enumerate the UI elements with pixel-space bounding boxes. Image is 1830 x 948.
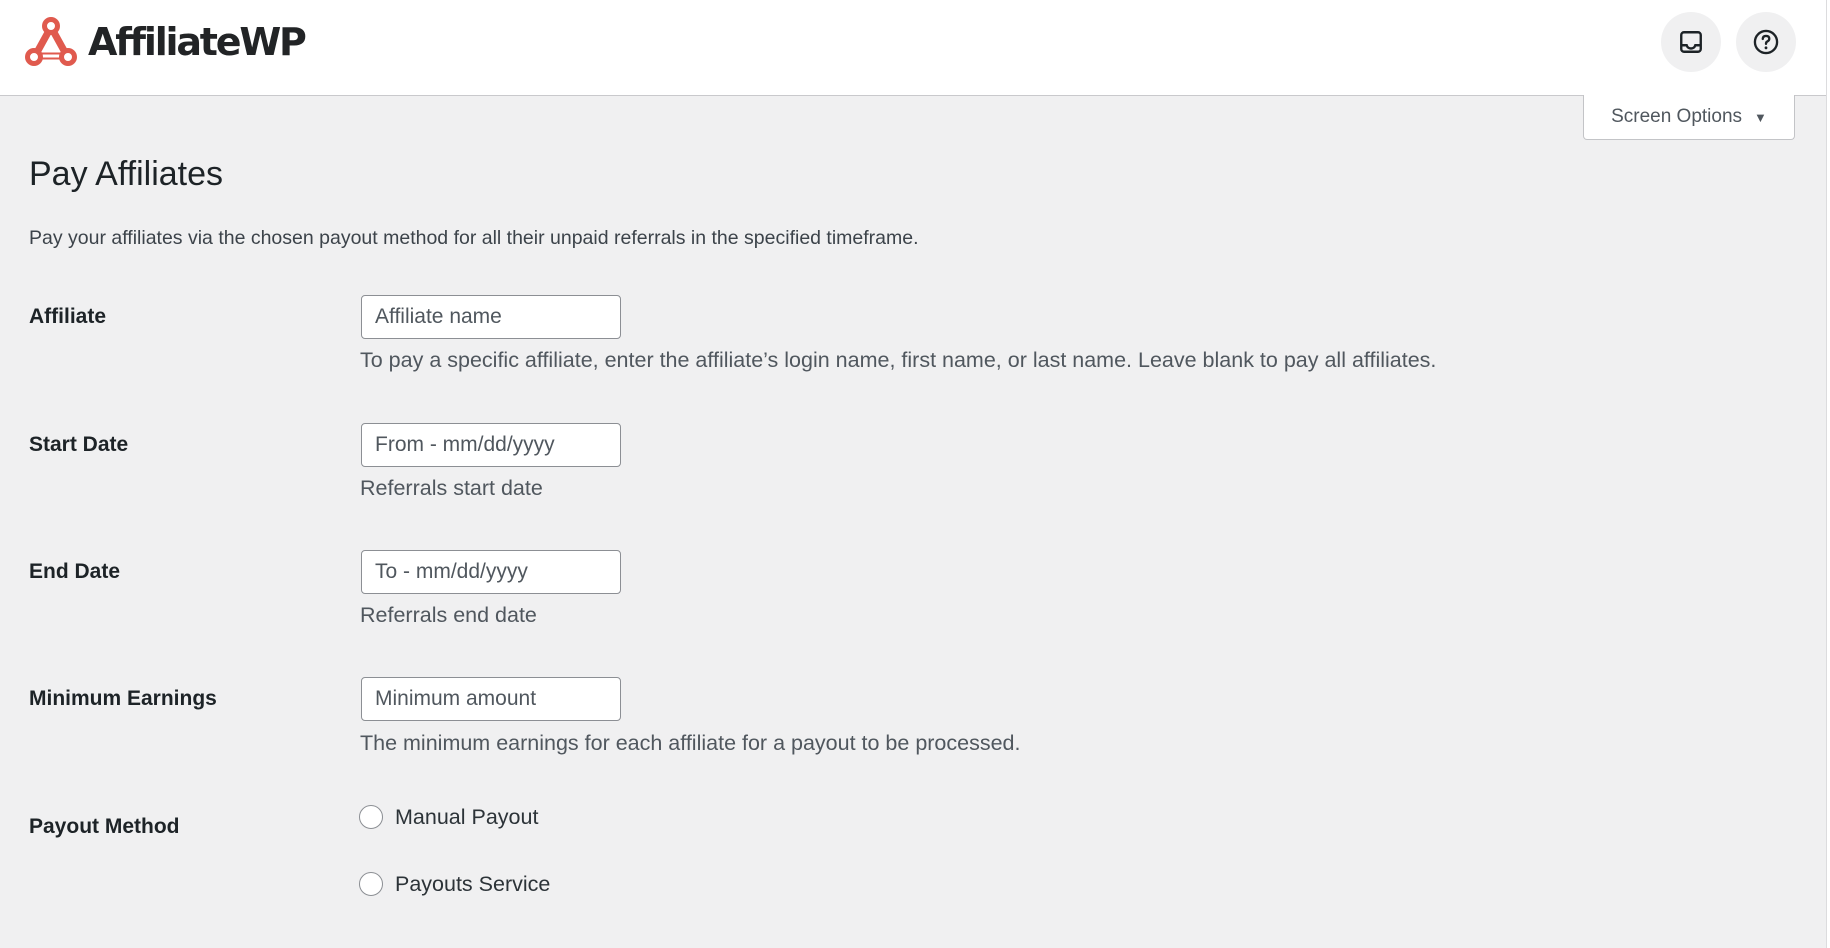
brand-logo[interactable]: AffiliateWP: [24, 16, 307, 68]
end-date-description: Referrals end date: [360, 603, 537, 627]
start-date-input[interactable]: [361, 423, 621, 467]
start-date-label: Start Date: [29, 433, 129, 456]
end-date-input[interactable]: [361, 550, 621, 594]
payout-option-service[interactable]: Payouts Service: [359, 870, 550, 898]
page-edge: [1826, 0, 1830, 948]
inbox-button[interactable]: [1661, 12, 1721, 72]
page-description: Pay your affiliates via the chosen payou…: [29, 227, 919, 249]
help-button[interactable]: [1736, 12, 1796, 72]
screen-options-button[interactable]: Screen Options ▼: [1583, 95, 1795, 140]
affiliate-input[interactable]: [361, 295, 621, 339]
help-icon: [1753, 29, 1779, 55]
screen-options-label: Screen Options: [1611, 106, 1743, 127]
inbox-icon: [1680, 31, 1702, 53]
brand-name: AffiliateWP: [88, 20, 307, 64]
minimum-earnings-input[interactable]: [361, 677, 621, 721]
payouts-service-radio[interactable]: [359, 872, 383, 896]
manual-payout-label: Manual Payout: [395, 805, 539, 829]
minimum-earnings-label: Minimum Earnings: [29, 687, 217, 710]
payout-method-label: Payout Method: [29, 815, 180, 838]
manual-payout-radio[interactable]: [359, 805, 383, 829]
top-bar: AffiliateWP: [0, 0, 1826, 96]
minimum-earnings-description: The minimum earnings for each affiliate …: [360, 731, 1021, 755]
affiliatewp-logo-icon: [25, 17, 77, 66]
payout-option-manual[interactable]: Manual Payout: [359, 803, 538, 831]
caret-down-icon: ▼: [1754, 109, 1767, 125]
end-date-label: End Date: [29, 560, 121, 583]
affiliate-description: To pay a specific affiliate, enter the a…: [360, 348, 1437, 372]
payouts-service-label: Payouts Service: [395, 872, 551, 896]
start-date-description: Referrals start date: [360, 476, 543, 500]
affiliate-label: Affiliate: [29, 305, 107, 328]
page-title: Pay Affiliates: [29, 155, 224, 193]
